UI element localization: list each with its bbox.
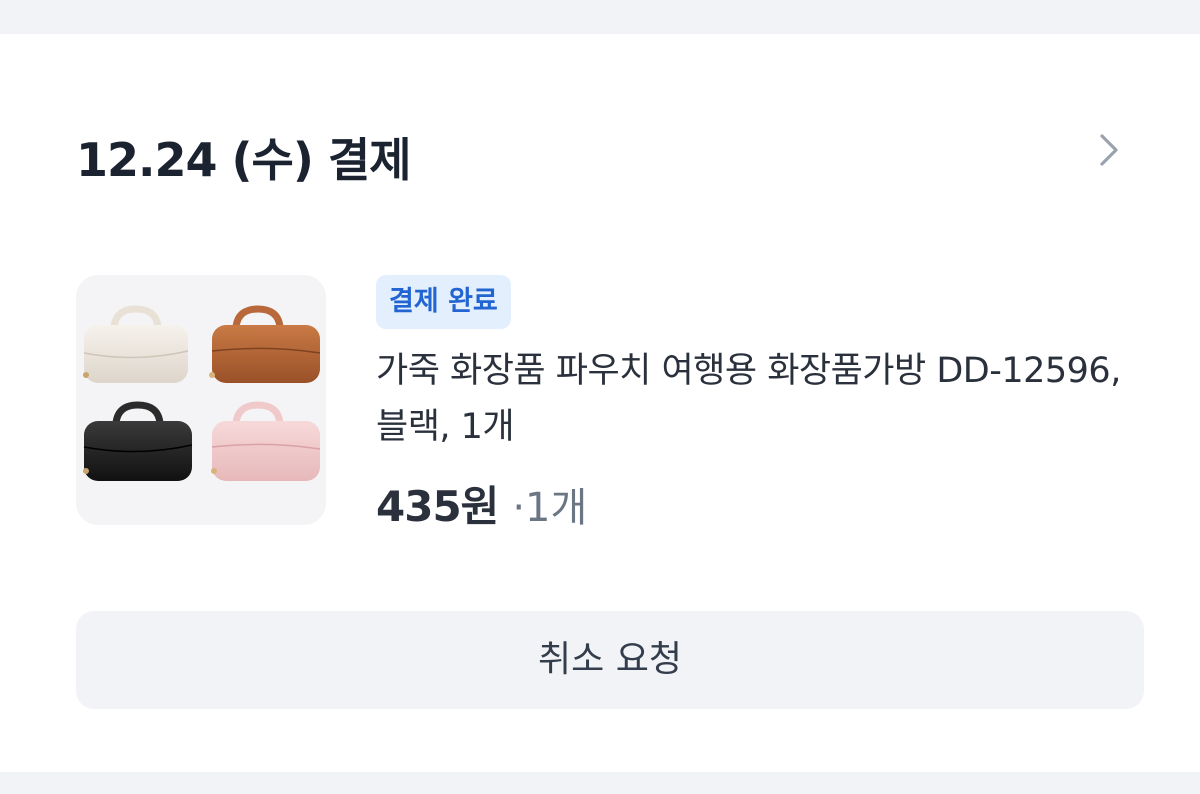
status-badge: 결제 완료	[376, 275, 511, 329]
price-row: 435원 ·1개	[376, 473, 1156, 531]
order-card: 12.24 (수) 결제 결제 완료 가죽 화장품 파우치 여행용 화장품가방 …	[0, 34, 1200, 772]
order-date-title: 12.24 (수) 결제	[76, 133, 412, 187]
order-header[interactable]: 12.24 (수) 결제	[76, 124, 1144, 187]
product-info: 결제 완료 가죽 화장품 파우치 여행용 화장품가방 DD-12596, 블랙,…	[376, 275, 1156, 531]
cancel-request-button[interactable]: 취소 요청	[76, 611, 1144, 709]
product-quantity: ·1개	[512, 485, 588, 531]
chevron-right-icon[interactable]	[1088, 130, 1128, 170]
product-image[interactable]	[76, 275, 326, 525]
product-name[interactable]: 가죽 화장품 파우치 여행용 화장품가방 DD-12596, 블랙, 1개	[376, 343, 1136, 455]
cosmetic-pouch-set-image	[83, 305, 321, 481]
product-price: 435원	[376, 482, 499, 531]
